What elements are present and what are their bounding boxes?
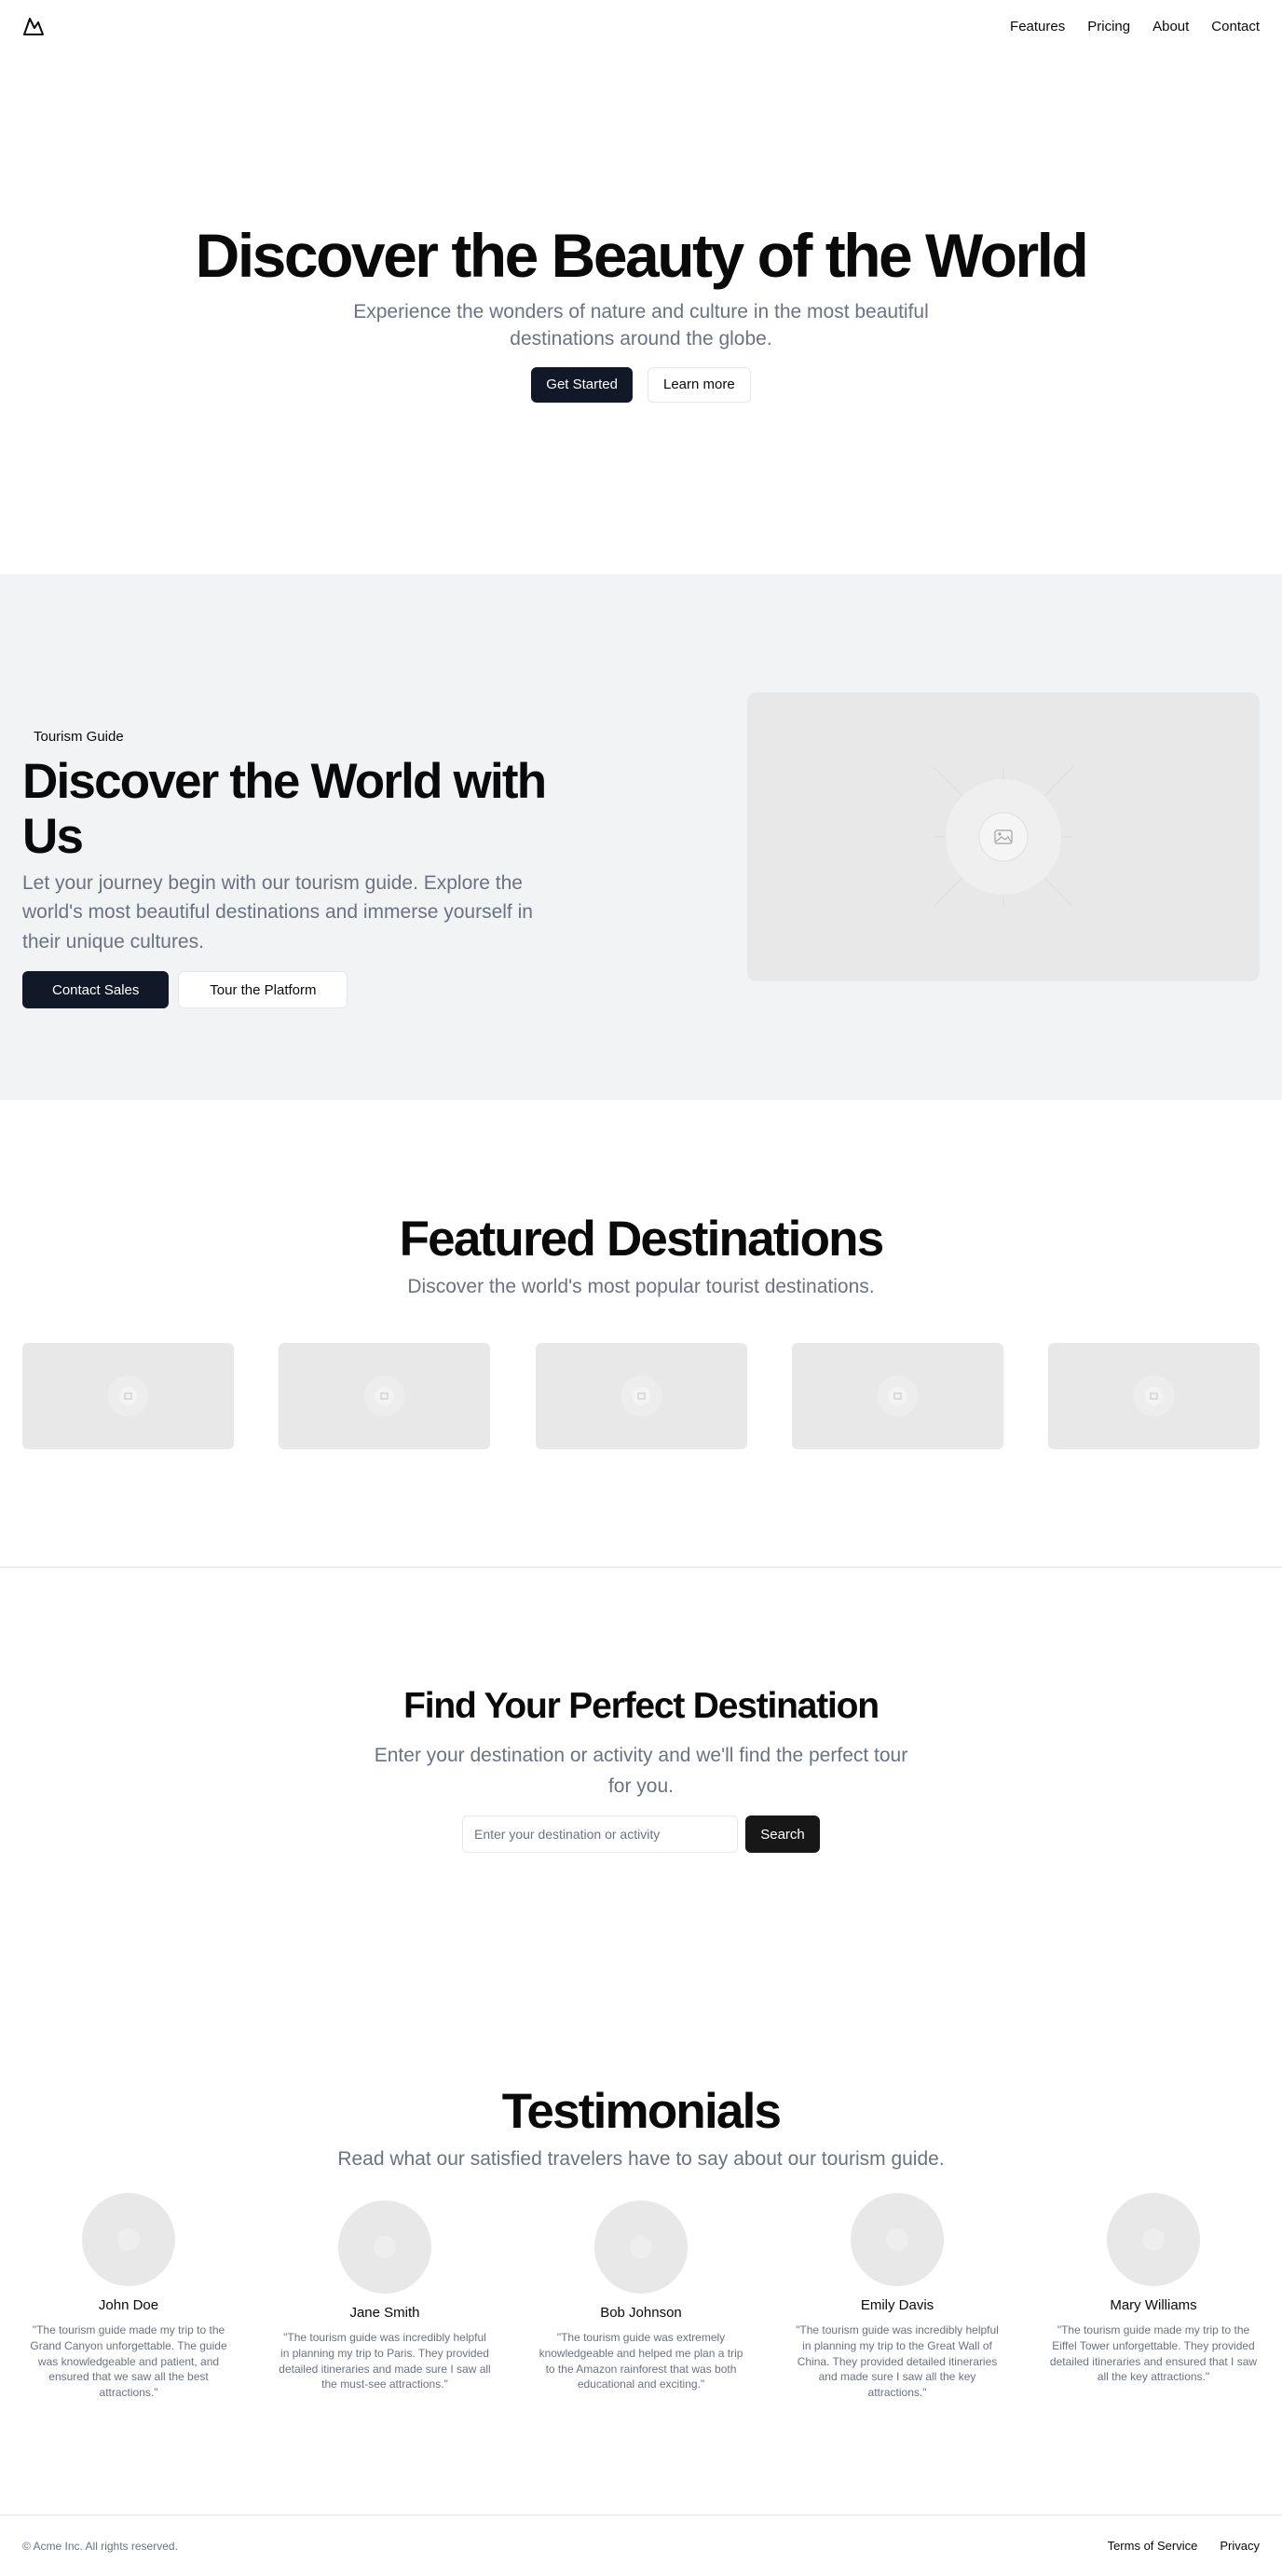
avatar	[851, 2193, 944, 2286]
mountain-logo-icon[interactable]	[22, 16, 45, 36]
search-section: Find Your Perfect Destination Enter your…	[0, 1568, 1282, 1931]
destination-card[interactable]	[791, 1343, 1003, 1449]
testimonial-card: John Doe "The tourism guide made my trip…	[22, 2193, 235, 2401]
get-started-button[interactable]: Get Started	[531, 366, 633, 403]
search-title: Find Your Perfect Destination	[403, 1686, 880, 1726]
guide-description: Let your journey begin with our tourism …	[22, 871, 533, 952]
testimonial-name: Jane Smith	[349, 2305, 420, 2321]
terms-of-service-link[interactable]: Terms of Service	[1108, 2539, 1198, 2553]
nav-link-about[interactable]: About	[1152, 19, 1189, 34]
testimonial-card: Mary Williams "The tourism guide made my…	[1047, 2193, 1260, 2385]
destination-cards	[22, 1343, 1260, 1449]
contact-sales-button[interactable]: Contact Sales	[22, 971, 170, 1009]
main-nav: Features Pricing About Contact	[1010, 19, 1260, 34]
testimonial-name: Emily Davis	[860, 2297, 934, 2313]
testimonial-name: John Doe	[98, 2297, 159, 2313]
featured-title: Featured Destinations	[399, 1212, 885, 1267]
privacy-link[interactable]: Privacy	[1220, 2539, 1260, 2553]
hero-title: Discover the Beauty of the World	[195, 221, 1089, 290]
nav-link-contact[interactable]: Contact	[1211, 19, 1260, 34]
avatar	[1107, 2193, 1200, 2286]
testimonials-section: Testimonials Read what our satisfied tra…	[0, 1931, 1282, 2513]
testimonial-quote: "The tourism guide made my trip to the G…	[30, 2323, 227, 2400]
nav-link-pricing[interactable]: Pricing	[1087, 19, 1130, 34]
testimonial-card: Emily Davis "The tourism guide was incre…	[791, 2193, 1003, 2401]
footer-links: Terms of Service Privacy	[1108, 2539, 1260, 2553]
testimonial-quote: "The tourism guide was incredibly helpfu…	[279, 2331, 491, 2391]
destination-search-input[interactable]	[462, 1816, 738, 1853]
testimonials-title: Testimonials	[501, 2084, 782, 2139]
testimonial-card: Bob Johnson "The tourism guide was extre…	[535, 2200, 747, 2392]
testimonial-quote: "The tourism guide was incredibly helpfu…	[796, 2323, 999, 2400]
avatar	[338, 2200, 431, 2294]
copyright-text: © Acme Inc. All rights reserved.	[22, 2539, 178, 2553]
testimonial-quote: "The tourism guide was extremely knowled…	[539, 2331, 743, 2391]
destination-card[interactable]	[1048, 1343, 1260, 1449]
search-form: Search	[462, 1816, 820, 1853]
tour-platform-button[interactable]: Tour the Platform	[178, 971, 348, 1009]
learn-more-button[interactable]: Learn more	[648, 366, 751, 403]
testimonial-quote: "The tourism guide made my trip to the E…	[1049, 2323, 1258, 2384]
testimonial-name: Bob Johnson	[600, 2305, 682, 2321]
hero-buttons: Get Started Learn more	[531, 366, 751, 403]
featured-destinations-section: Featured Destinations Discover the world…	[0, 1100, 1282, 1568]
destination-card[interactable]	[22, 1343, 234, 1449]
testimonial-name: Mary Williams	[1110, 2297, 1197, 2313]
testimonials-subtitle: Read what our satisfied travelers have t…	[337, 2148, 945, 2170]
site-footer: © Acme Inc. All rights reserved. Terms o…	[0, 2514, 1282, 2576]
guide-buttons: Contact Sales Tour the Platform	[22, 971, 563, 1009]
hero-subtitle: Experience the wonders of nature and cul…	[353, 301, 929, 349]
guide-title: Discover the World with Us	[22, 754, 547, 865]
testimonial-card: Jane Smith "The tourism guide was incred…	[279, 2200, 491, 2392]
guide-image-placeholder	[747, 692, 1260, 981]
search-button[interactable]: Search	[745, 1816, 820, 1853]
tourism-guide-section: Tourism Guide Discover the World with Us…	[0, 574, 1282, 1100]
avatar	[82, 2193, 175, 2286]
destination-card[interactable]	[535, 1343, 747, 1449]
hero-section: Discover the Beauty of the World Experie…	[0, 52, 1282, 574]
search-subtitle: Enter your destination or activity and w…	[374, 1745, 908, 1797]
tourism-guide-badge: Tourism Guide	[22, 725, 135, 748]
destination-card[interactable]	[279, 1343, 491, 1449]
image-placeholder-icon	[933, 766, 1074, 908]
featured-subtitle: Discover the world's most popular touris…	[407, 1276, 875, 1297]
guide-content: Tourism Guide Discover the World with Us…	[22, 725, 563, 1009]
avatar	[594, 2200, 688, 2294]
nav-link-features[interactable]: Features	[1010, 19, 1065, 34]
site-header: Features Pricing About Contact	[0, 0, 1282, 52]
